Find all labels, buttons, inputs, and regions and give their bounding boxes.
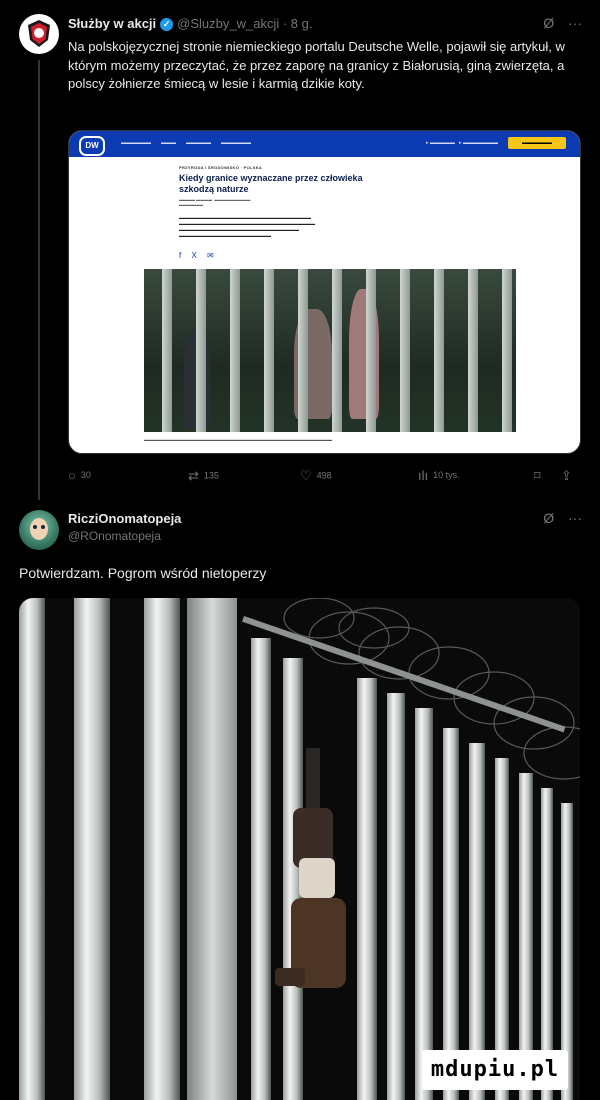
fence-bar — [251, 638, 271, 1100]
tweet-text: Na polskojęzycznej stronie niemieckiego … — [68, 39, 565, 91]
fence-bar — [264, 269, 274, 432]
dw-nav: ▬▬▬▬▬▬ ▬▬▬ ▬▬▬▬▬ ▬▬▬▬▬▬ — [121, 140, 251, 146]
mail-icon: ✉ — [207, 251, 214, 260]
bookmark-button[interactable]: ⌑ — [534, 468, 546, 484]
fence-bar — [502, 269, 512, 432]
avatar-face — [30, 518, 48, 540]
article-kicker: PRZYRODA I ŚRODOWISKO · POLSKA — [179, 165, 263, 170]
share-icon: ⇪ — [561, 468, 572, 483]
more-icon[interactable]: ··· — [568, 15, 582, 31]
views-count: 10 tys. — [433, 469, 460, 480]
fence-bar — [443, 728, 459, 1100]
dw-cta-button: ▬▬▬▬▬▬ — [508, 137, 566, 149]
avatar-eye — [41, 525, 45, 529]
dw-logo-icon: DW — [79, 136, 105, 156]
author-handle[interactable]: @Sluzby_w_akcji · 8 g. — [177, 16, 312, 31]
article-headline: Kiedy granice wyznaczane przez człowieka… — [179, 173, 363, 194]
views-button[interactable]: ılı 10 tys. — [418, 468, 460, 483]
repost-icon: ⇄ — [188, 468, 199, 483]
fence-bar — [469, 743, 485, 1100]
author-handle[interactable]: @ROnomatopeja — [68, 529, 161, 543]
fence-bar — [332, 269, 342, 432]
article-card[interactable]: DW ▬▬▬▬▬▬ ▬▬▬ ▬▬▬▬▬ ▬▬▬▬▬▬ ▸ ▬▬▬▬▬ ▸ ▬▬▬▬▬▬… — [68, 130, 581, 454]
tweet-1: Służby w akcji ✓ @Sluzby_w_akcji · 8 g. Ø … — [0, 0, 600, 500]
grok-icon[interactable]: Ø — [543, 510, 554, 526]
avatar-eye — [33, 525, 37, 529]
like-icon: ♡ — [300, 468, 312, 483]
tweet-photo-fence-night[interactable]: mdupiu.pl — [19, 598, 580, 1100]
tweet-top-icons: Ø ··· — [533, 15, 582, 31]
bookmark-icon: ⌑ — [534, 468, 541, 483]
police-badge-icon — [20, 15, 58, 53]
fence-bar — [144, 598, 180, 1100]
share-button[interactable]: ⇪ — [561, 468, 577, 484]
views-icon: ılı — [418, 468, 429, 483]
fence-bar — [387, 693, 405, 1100]
reply-button[interactable]: ○ 30 — [68, 468, 91, 483]
fence-bar — [415, 708, 433, 1100]
fence-bar — [434, 269, 444, 432]
tweet-text: Potwierdzam. Pogrom wśród nietoperzy — [19, 565, 267, 581]
like-button[interactable]: ♡ 498 — [300, 468, 332, 484]
tweet-top-icons: Ø ··· — [533, 510, 582, 526]
fence-bar — [19, 598, 45, 1100]
like-count: 498 — [316, 470, 332, 481]
more-icon[interactable]: ··· — [568, 510, 582, 526]
facebook-icon: f — [179, 251, 182, 260]
repost-button[interactable]: ⇄ 135 — [188, 468, 219, 484]
grok-icon[interactable]: Ø — [543, 15, 554, 31]
fence-bar — [495, 758, 509, 1100]
author-name-text[interactable]: Służby w akcji — [68, 16, 156, 31]
reply-count: 30 — [80, 469, 91, 480]
article-byline: ▬▬▬▬ ▬▬▬▬ ▬▬▬▬▬▬▬▬▬ ▬▬▬▬▬▬ — [179, 197, 251, 207]
article-lead: ▬▬▬▬▬▬▬▬▬▬▬▬▬▬▬▬▬▬▬▬▬▬▬▬▬▬▬▬▬▬▬▬▬ ▬▬▬▬▬▬▬… — [179, 215, 315, 238]
dw-header-bar: DW ▬▬▬▬▬▬ ▬▬▬ ▬▬▬▬▬ ▬▬▬▬▬▬ ▸ ▬▬▬▬▬ ▸ ▬▬▬▬▬▬… — [69, 131, 580, 157]
share-icons: f X ✉ — [179, 251, 222, 260]
photo-caption: ▬▬▬▬▬▬▬▬▬▬▬▬▬▬▬▬▬▬▬▬▬▬▬▬▬▬▬▬▬▬▬▬▬▬▬▬▬▬▬▬… — [144, 437, 332, 442]
x-icon: X — [191, 251, 197, 260]
fence-bar — [468, 269, 478, 432]
thread-line — [38, 60, 40, 500]
verified-icon: ✓ — [160, 18, 174, 32]
fence-bar — [400, 269, 410, 432]
author-name[interactable]: RicziOnomatopeja — [68, 511, 181, 526]
fence-bar — [298, 269, 308, 432]
author-name[interactable]: Służby w akcji ✓ @Sluzby_w_akcji · 8 g. — [68, 16, 312, 32]
fence-bar — [230, 269, 240, 432]
fence-bar — [187, 598, 237, 1100]
avatar[interactable] — [19, 510, 59, 550]
fence-bar — [196, 269, 206, 432]
repost-count: 135 — [203, 470, 219, 481]
dw-right-links: ▸ ▬▬▬▬▬ ▸ ▬▬▬▬▬▬▬ — [426, 140, 498, 146]
avatar[interactable] — [19, 14, 59, 54]
hanging-figure — [275, 748, 351, 1008]
watermark-logo: mdupiu.pl — [422, 1050, 568, 1090]
fence-bar — [357, 678, 377, 1100]
fence-bar — [162, 269, 172, 432]
fence-bar — [366, 269, 376, 432]
fence-bar — [74, 598, 110, 1100]
article-photo-fence — [144, 269, 516, 432]
reply-icon: ○ — [68, 468, 76, 483]
